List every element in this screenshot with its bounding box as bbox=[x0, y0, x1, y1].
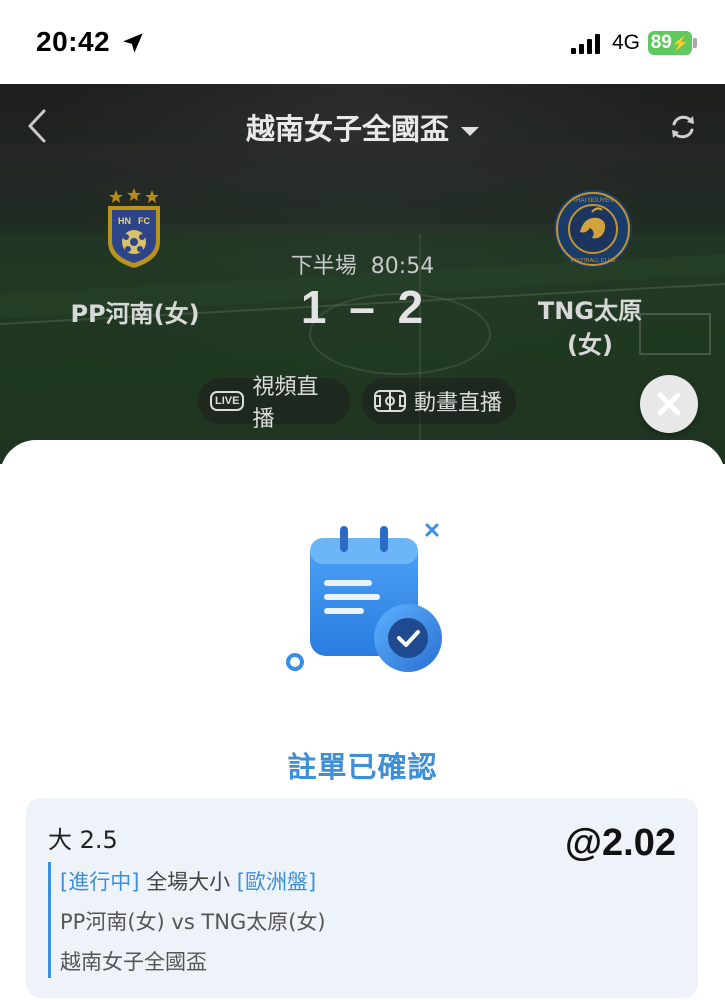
bet-competition: 越南女子全國盃 bbox=[60, 950, 207, 974]
bet-slip-card: 大 2.5 @2.02 [進行中] 全場大小 [歐洲盤] PP河南(女) vs … bbox=[26, 798, 698, 998]
score-separator: – bbox=[349, 281, 375, 333]
battery-level: 89 ⚡ bbox=[648, 31, 692, 55]
away-team-name: TNG太原 (女) bbox=[537, 297, 643, 359]
svg-text:FC: FC bbox=[138, 216, 150, 226]
market-name: 全場大小 bbox=[146, 870, 231, 894]
match-header: 越南女子全國盃 HN FC THAI NGUYEN FOOTBALL CLUB … bbox=[0, 84, 725, 464]
odds-type-tag: [歐洲盤] bbox=[236, 870, 317, 894]
league-title: 越南女子全國盃 bbox=[245, 112, 449, 146]
home-score: 1 bbox=[300, 281, 327, 333]
bet-confirmation-sheet: 註單已確認 大 2.5 @2.02 [進行中] 全場大小 [歐洲盤] PP河南(… bbox=[0, 440, 725, 1000]
signal-icon bbox=[571, 34, 600, 54]
animation-stream-label: 動畫直播 bbox=[414, 391, 503, 416]
bet-market-line: [進行中] 全場大小 [歐洲盤] bbox=[60, 866, 316, 896]
svg-text:THAI NGUYEN: THAI NGUYEN bbox=[572, 198, 613, 204]
animation-stream-button[interactable]: 動畫直播 bbox=[362, 378, 516, 424]
status-time: 20:42 bbox=[36, 26, 111, 57]
bet-fixture: PP河南(女) vs TNG太原(女) bbox=[60, 910, 326, 934]
live-badge-icon: LIVE bbox=[210, 391, 245, 411]
pitch-icon bbox=[374, 390, 406, 412]
match-clock: 80:54 bbox=[370, 254, 435, 279]
league-selector[interactable]: 越南女子全國盃 bbox=[0, 106, 725, 148]
svg-text:HN: HN bbox=[118, 216, 131, 226]
close-button[interactable] bbox=[640, 375, 698, 433]
location-arrow-icon bbox=[123, 33, 143, 53]
calendar-check-icon bbox=[286, 523, 442, 672]
video-stream-label: 視頻直播 bbox=[252, 375, 319, 432]
status-bar: 20:42 4G 89 ⚡ bbox=[0, 0, 725, 84]
scoreboard: 1 – 2 bbox=[262, 280, 462, 334]
dropdown-caret-icon bbox=[461, 127, 479, 136]
confirmation-title: 註單已確認 bbox=[287, 750, 438, 784]
battery-cap bbox=[693, 38, 697, 48]
refresh-icon[interactable] bbox=[668, 112, 698, 142]
home-team-name: PP河南(女) bbox=[70, 300, 200, 328]
video-stream-button[interactable]: LIVE 視頻直播 bbox=[198, 375, 350, 432]
bet-selection: 大 2.5 bbox=[48, 826, 118, 854]
status-tag: [進行中] bbox=[60, 870, 140, 894]
network-type: 4G bbox=[612, 31, 641, 54]
match-period: 下半場 80:54 bbox=[290, 254, 435, 279]
away-score: 2 bbox=[397, 281, 424, 333]
close-icon bbox=[657, 392, 681, 416]
detail-accent-bar bbox=[48, 862, 51, 978]
bet-odds: @2.02 bbox=[564, 822, 676, 864]
